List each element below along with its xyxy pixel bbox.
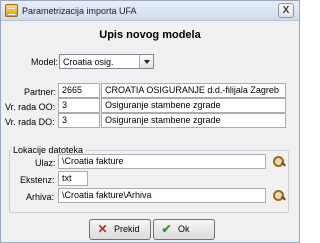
ekstenz-field[interactable]: txt [58, 171, 88, 186]
form-heading: Upis novog modela [99, 29, 201, 41]
vr-rada-od-name-field: Osiguranje stambene zgrade [101, 98, 286, 113]
check-icon: ✔ [161, 222, 172, 236]
ulaz-path-field[interactable]: \Croatia fakture [58, 154, 266, 169]
browse-ulaz-search-icon[interactable] [272, 155, 286, 169]
partner-label: Partner: [24, 87, 57, 97]
ok-button[interactable]: ✔ Ok [153, 219, 215, 240]
chevron-down-icon[interactable] [139, 55, 153, 68]
partner-name-field: CROATIA OSIGURANJE d.d.-filijala Zagreb [101, 83, 286, 98]
vr-rada-od-code-field[interactable]: 3 [58, 98, 100, 113]
vr-rada-do-name-field: Osiguranje stambene zgrade [101, 113, 286, 128]
model-value: Croatia osig. [63, 57, 114, 67]
model-label: Model: [31, 57, 59, 67]
cancel-button-label: Prekid [114, 224, 140, 234]
vr-rada-od-label: Vr. rada OO: [5, 102, 56, 112]
cancel-button[interactable]: ✕ Prekid [89, 219, 151, 240]
ekstenz-label: Ekstenz: [20, 175, 55, 185]
close-icon: ✕ [97, 222, 108, 236]
close-button[interactable]: X [278, 3, 294, 18]
app-icon [5, 4, 18, 17]
ok-button-label: Ok [178, 224, 190, 234]
arhiva-path-field[interactable]: \Croatia fakture\Arhiva [58, 188, 266, 203]
arhiva-label: Arhiva: [26, 192, 55, 202]
model-dropdown[interactable]: Croatia osig. [59, 54, 154, 69]
ulaz-label: Ulaz: [35, 158, 56, 168]
dialog-window: Parametrizacija importa UFA X Upis novog… [0, 0, 300, 243]
vr-rada-do-code-field[interactable]: 3 [58, 113, 100, 128]
title-bar[interactable]: Parametrizacija importa UFA X [1, 1, 299, 21]
browse-arhiva-search-icon[interactable] [272, 189, 286, 203]
vr-rada-do-label: Vr. rada DO: [5, 117, 55, 127]
window-title: Parametrizacija importa UFA [22, 6, 137, 16]
partner-code-field[interactable]: 2665 [58, 83, 100, 98]
